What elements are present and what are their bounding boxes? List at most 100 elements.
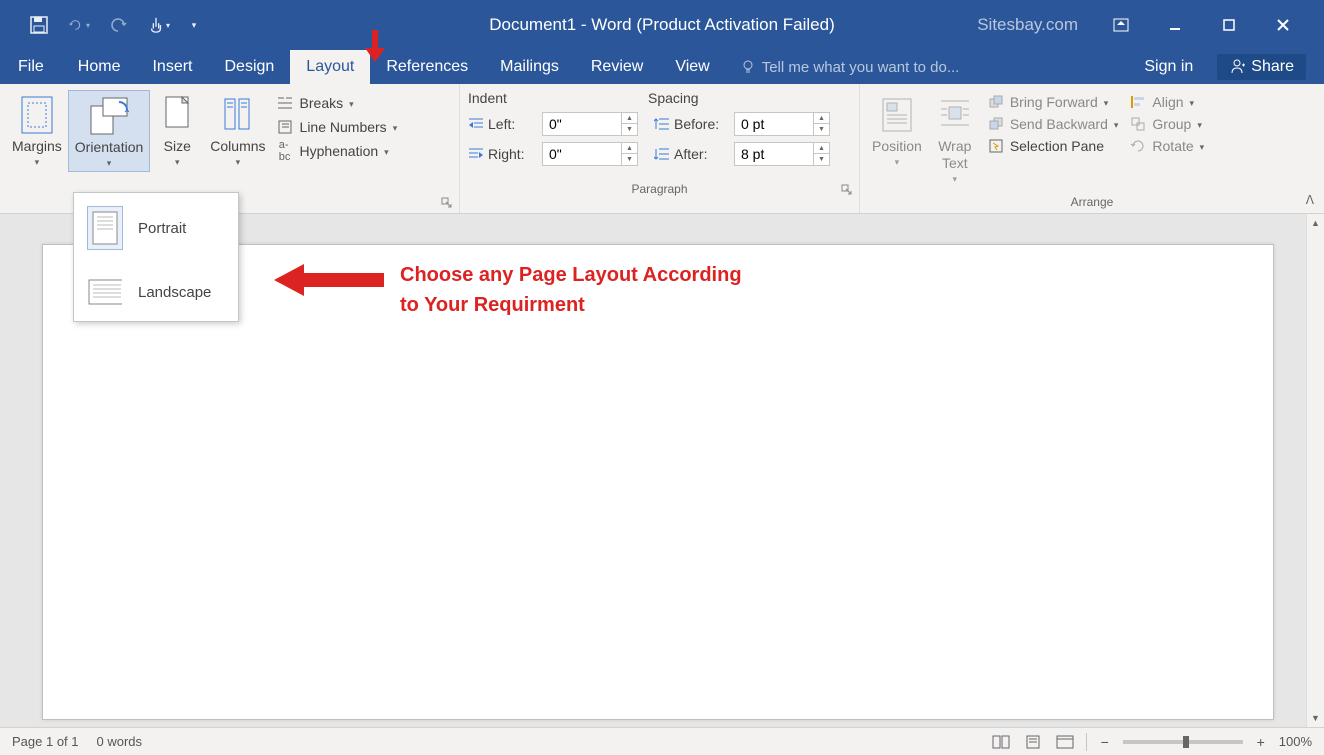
- paragraph-launcher-icon[interactable]: [841, 184, 855, 198]
- spacing-before-spinner[interactable]: ▲▼: [734, 112, 830, 136]
- position-button[interactable]: Position ▾: [866, 90, 928, 170]
- indent-right-input[interactable]: [543, 144, 621, 164]
- qat-customize-icon[interactable]: ▾: [188, 14, 200, 36]
- spin-down-icon[interactable]: ▼: [622, 124, 637, 135]
- collapse-ribbon-icon[interactable]: ᐱ: [1306, 193, 1314, 207]
- group-arrange: Position ▾ Wrap Text ▾ Bring Forward▾ Se…: [860, 84, 1324, 213]
- sign-in-link[interactable]: Sign in: [1144, 58, 1193, 76]
- spin-down-icon[interactable]: ▼: [622, 154, 637, 165]
- spin-down-icon[interactable]: ▼: [814, 154, 829, 165]
- word-count[interactable]: 0 words: [97, 734, 143, 749]
- redo-icon[interactable]: [108, 14, 130, 36]
- hyphenation-icon: a-bc: [276, 142, 294, 160]
- hyphenation-button[interactable]: a-bc Hyphenation ▾: [276, 142, 398, 160]
- zoom-level[interactable]: 100%: [1279, 734, 1312, 749]
- undo-icon[interactable]: ▾: [68, 14, 90, 36]
- touch-mode-icon[interactable]: ▾: [148, 14, 170, 36]
- spin-up-icon[interactable]: ▲: [814, 143, 829, 154]
- breaks-button[interactable]: Breaks ▾: [276, 94, 398, 112]
- indent-right-icon: [468, 147, 484, 161]
- margins-button[interactable]: Margins ▾: [6, 90, 68, 170]
- spacing-after-input[interactable]: [735, 144, 813, 164]
- rotate-button[interactable]: Rotate▾: [1130, 138, 1204, 154]
- spacing-before-input[interactable]: [735, 114, 813, 134]
- tab-layout[interactable]: Layout: [290, 50, 370, 84]
- tell-me-search[interactable]: Tell me what you want to do...: [726, 50, 960, 84]
- tab-design[interactable]: Design: [208, 50, 290, 84]
- portrait-label: Portrait: [138, 220, 186, 237]
- chevron-down-icon: ▾: [236, 157, 241, 168]
- chevron-down-icon: ▾: [1190, 98, 1195, 109]
- share-label: Share: [1251, 58, 1294, 76]
- vertical-scrollbar[interactable]: ▲ ▼: [1306, 214, 1324, 727]
- window-title: Document1 - Word (Product Activation Fai…: [489, 15, 835, 35]
- share-button[interactable]: Share: [1217, 54, 1306, 80]
- orientation-button[interactable]: Orientation ▾: [68, 90, 150, 172]
- tab-references[interactable]: References: [370, 50, 484, 84]
- group-objects-button[interactable]: Group▾: [1130, 116, 1204, 132]
- ribbon-display-icon[interactable]: [1110, 14, 1132, 36]
- spacing-after-icon: [654, 147, 670, 161]
- spacing-after-spinner[interactable]: ▲▼: [734, 142, 830, 166]
- wrap-text-button[interactable]: Wrap Text ▾: [928, 90, 982, 187]
- zoom-in-button[interactable]: +: [1253, 734, 1269, 750]
- send-backward-icon: [988, 116, 1004, 132]
- indent-left-input[interactable]: [543, 114, 621, 134]
- zoom-thumb[interactable]: [1183, 736, 1189, 748]
- position-icon: [881, 97, 913, 133]
- rotate-icon: [1130, 138, 1146, 154]
- tab-insert[interactable]: Insert: [136, 50, 208, 84]
- group-paragraph: Indent Spacing Left: ▲▼ Before: ▲▼ Right…: [460, 84, 860, 213]
- columns-button[interactable]: Columns ▾: [204, 90, 271, 170]
- chevron-down-icon: ▾: [1200, 142, 1205, 153]
- selection-pane-button[interactable]: Selection Pane: [988, 138, 1119, 154]
- size-button[interactable]: Size ▾: [150, 90, 204, 170]
- spin-up-icon[interactable]: ▲: [622, 143, 637, 154]
- zoom-slider[interactable]: [1123, 740, 1243, 744]
- minimize-icon[interactable]: [1164, 14, 1186, 36]
- tab-mailings[interactable]: Mailings: [484, 50, 575, 84]
- scroll-track[interactable]: [1307, 232, 1324, 709]
- align-button[interactable]: Align▾: [1130, 94, 1204, 110]
- line-numbers-icon: [276, 118, 294, 136]
- indent-left-spinner[interactable]: ▲▼: [542, 112, 638, 136]
- zoom-out-button[interactable]: −: [1097, 734, 1113, 750]
- maximize-icon[interactable]: [1218, 14, 1240, 36]
- titlebar-right: Sitesbay.com: [977, 14, 1324, 36]
- tab-review[interactable]: Review: [575, 50, 659, 84]
- tab-file[interactable]: File: [0, 50, 62, 84]
- align-icon: [1130, 94, 1146, 110]
- page-setup-launcher-icon[interactable]: [441, 197, 455, 211]
- tab-home[interactable]: Home: [62, 50, 137, 84]
- close-icon[interactable]: [1272, 14, 1294, 36]
- spin-down-icon[interactable]: ▼: [814, 124, 829, 135]
- orientation-portrait-item[interactable]: Portrait: [74, 193, 238, 263]
- page-indicator[interactable]: Page 1 of 1: [12, 734, 79, 749]
- send-backward-button[interactable]: Send Backward▾: [988, 116, 1119, 132]
- status-bar: Page 1 of 1 0 words − + 100%: [0, 727, 1324, 755]
- line-numbers-button[interactable]: Line Numbers ▾: [276, 118, 398, 136]
- annotation-arrow-down: [365, 30, 385, 62]
- orientation-landscape-item[interactable]: Landscape: [74, 263, 238, 321]
- indent-right-spinner[interactable]: ▲▼: [542, 142, 638, 166]
- group-label-paragraph: Paragraph: [631, 182, 687, 196]
- print-layout-icon[interactable]: [1022, 733, 1044, 751]
- spacing-header: Spacing: [648, 90, 699, 106]
- annotation-arrow-left: [274, 262, 384, 298]
- spin-up-icon[interactable]: ▲: [622, 113, 637, 124]
- scroll-down-icon[interactable]: ▼: [1307, 709, 1324, 727]
- scroll-up-icon[interactable]: ▲: [1307, 214, 1324, 232]
- chevron-down-icon: ▾: [349, 99, 354, 110]
- chevron-down-icon: ▾: [895, 157, 900, 168]
- tab-view[interactable]: View: [659, 50, 725, 84]
- web-layout-icon[interactable]: [1054, 733, 1076, 751]
- quick-access-toolbar: ▾ ▾ ▾: [0, 14, 200, 36]
- landscape-icon: [88, 277, 122, 307]
- read-mode-icon[interactable]: [990, 733, 1012, 751]
- spin-up-icon[interactable]: ▲: [814, 113, 829, 124]
- chevron-down-icon: ▾: [384, 147, 389, 158]
- group-label-arrange: Arrange: [1071, 195, 1114, 209]
- bring-forward-button[interactable]: Bring Forward▾: [988, 94, 1119, 110]
- portrait-icon: [88, 207, 122, 249]
- save-icon[interactable]: [28, 14, 50, 36]
